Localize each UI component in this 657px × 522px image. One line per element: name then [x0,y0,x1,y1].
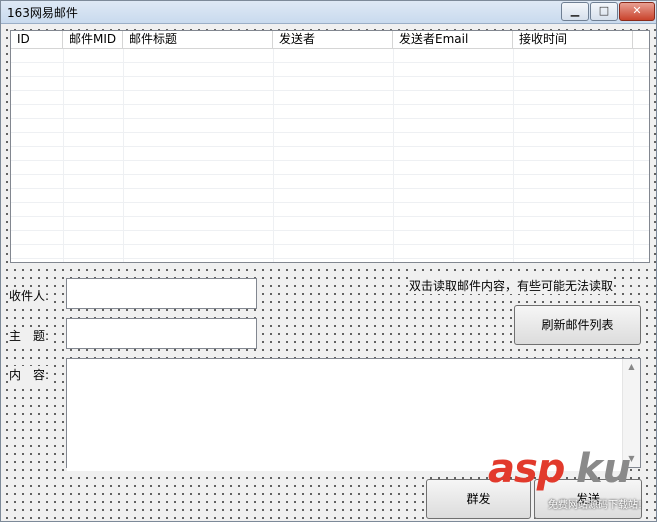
list-row [11,217,649,231]
mail-list-rows[interactable] [11,49,649,262]
grid-line [273,49,274,262]
column-header-sender[interactable]: 发送者 [273,31,393,48]
column-header-sender-email[interactable]: 发送者Email [393,31,513,48]
content-label: 内 容: [9,366,50,383]
list-row [11,63,649,77]
watermark-logo-ku: ku [576,446,632,492]
read-hint-text: 双击读取邮件内容，有些可能无法读取 [409,277,614,294]
minimize-button[interactable]: ▁ [561,2,589,21]
main-window: 163网易邮件 ▁ □ ✕ ID 邮件MID 邮件标题 发送者 发送者Email… [0,0,657,522]
column-header-received-time[interactable]: 接收时间 [513,31,633,48]
list-row [11,133,649,147]
recipient-label: 收件人: [9,287,50,304]
column-header-id[interactable]: ID [11,31,63,48]
mail-list-header: ID 邮件MID 邮件标题 发送者 发送者Email 接收时间 [11,31,649,49]
list-row [11,175,649,189]
watermark-logo-asp: asp [488,446,565,492]
list-row [11,203,649,217]
window-title: 163网易邮件 [7,6,78,20]
scroll-up-icon[interactable]: ▲ [623,359,640,375]
list-row [11,77,649,91]
aspku-watermark: asp ku 免费网站源码下载站! [488,446,656,520]
list-row [11,91,649,105]
list-row [11,147,649,161]
list-row [11,245,649,259]
list-row [11,105,649,119]
close-button[interactable]: ✕ [619,2,655,21]
recipient-input[interactable] [66,278,257,309]
grid-line [63,49,64,262]
grid-line [123,49,124,262]
column-header-mid[interactable]: 邮件MID [63,31,123,48]
title-bar[interactable]: 163网易邮件 ▁ □ ✕ [1,1,656,24]
list-row [11,49,649,63]
maximize-button[interactable]: □ [590,2,618,21]
list-row [11,119,649,133]
list-row [11,189,649,203]
column-header-subject[interactable]: 邮件标题 [123,31,273,48]
grid-line [633,49,634,262]
grid-line [513,49,514,262]
list-row [11,231,649,245]
subject-label: 主 题: [9,327,50,344]
watermark-tagline: 免费网站源码下载站! [548,500,643,511]
refresh-mail-list-button[interactable]: 刷新邮件列表 [514,305,641,345]
grid-line [393,49,394,262]
list-row [11,161,649,175]
mail-list-view[interactable]: ID 邮件MID 邮件标题 发送者 发送者Email 接收时间 [10,30,650,263]
subject-input[interactable] [66,318,257,349]
